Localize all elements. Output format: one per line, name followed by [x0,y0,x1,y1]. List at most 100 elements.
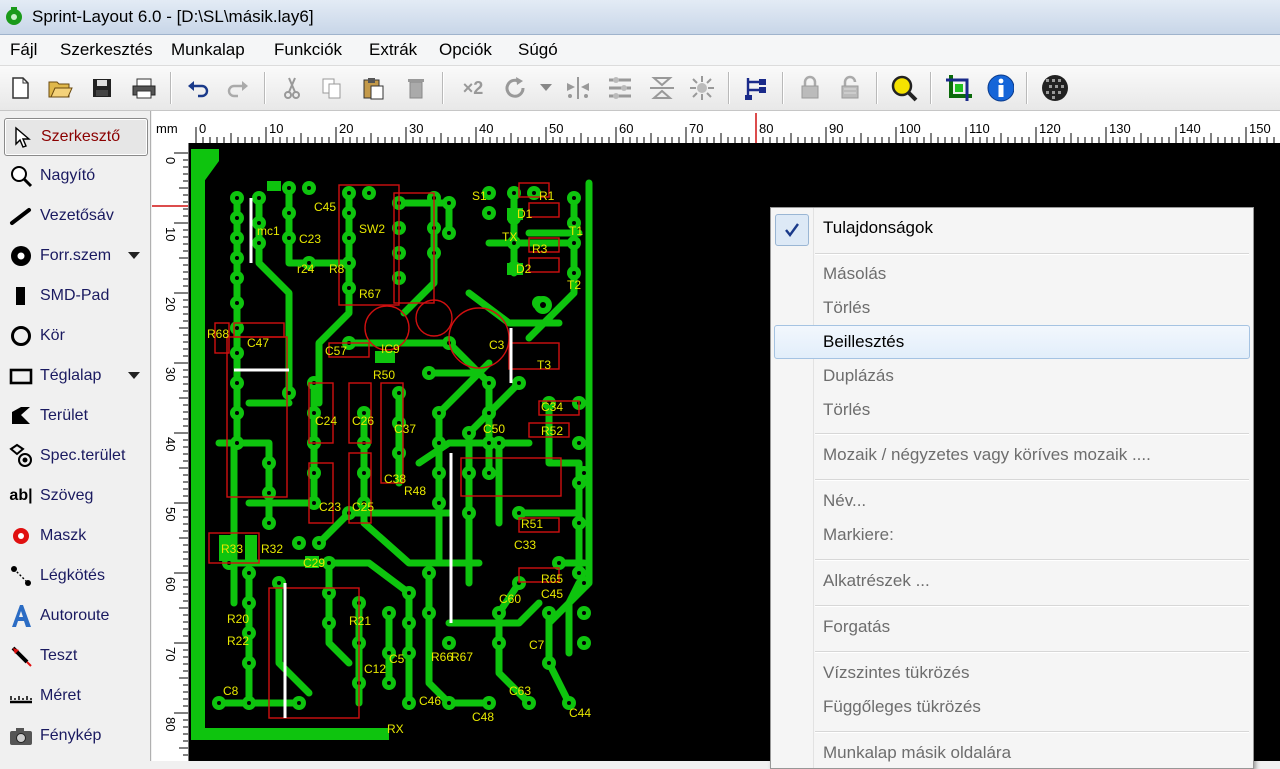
ruler-label: 10 [269,121,283,136]
pcb-label: C29 [303,556,325,570]
tool-autoroute[interactable]: Autoroute [4,598,146,634]
menu-options[interactable]: Opciók [439,40,492,60]
pcb-label: C7 [529,638,545,652]
ctx-other-side[interactable]: Munkalap másik oldalára [823,743,1011,763]
paste-icon[interactable] [360,74,388,102]
pad-hole [235,301,239,305]
chevron-down-icon[interactable] [128,252,140,259]
context-menu: Tulajdonságok Másolás Törlés Beillesztés… [770,207,1254,769]
pad-hole [235,256,239,260]
redo-icon[interactable] [224,74,252,102]
rotate-icon[interactable] [502,74,530,102]
measure-icon [8,683,34,709]
ctx-mark[interactable]: Markiere: [823,525,894,545]
crop-icon[interactable] [944,74,972,102]
pcb-label: R48 [404,484,426,498]
smd-pad[interactable] [245,535,257,561]
tool-airwire[interactable]: Légkötés [4,558,146,594]
ctx-duplicate[interactable]: Duplázás [823,366,894,386]
pad-hole [427,611,431,615]
pad-hole [287,236,291,240]
special-area-icon [8,443,34,469]
ctx-rotate[interactable]: Forgatás [823,617,890,637]
pcb-label: R8 [329,262,345,276]
pad-hole [582,471,586,475]
pcb-label: T2 [567,278,581,292]
undo-icon[interactable] [184,74,212,102]
ruler-label: 0 [199,121,206,136]
pad-hole [347,261,351,265]
tool-zoom[interactable]: Nagyító [4,158,146,194]
tool-circle[interactable]: Kör [4,318,146,354]
tool-label: Terület [40,407,89,424]
print-icon[interactable] [130,74,158,102]
ctx-delete[interactable]: Törlés [823,298,870,318]
ctx-name[interactable]: Név... [823,491,866,511]
ruler-label: 20 [163,297,178,311]
smd-pad[interactable] [267,181,281,191]
ctx-components[interactable]: Alkatrészek ... [823,571,930,591]
tool-label: Légkötés [40,567,105,584]
tool-mask[interactable]: Maszk [4,518,146,554]
pad-hole [327,561,331,565]
tool-area[interactable]: Terület [4,398,146,434]
tool-measure[interactable]: Méret [4,678,146,714]
title-bar: Sprint-Layout 6.0 - [D:\SL\másik.lay6] [0,0,1280,35]
ruler-label: 60 [163,577,178,591]
tool-track[interactable]: Vezetősáv [4,198,146,234]
tool-rectangle[interactable]: Téglalap [4,358,146,394]
ctx-mirror-horizontal[interactable]: Vízszintes tükrözés [823,663,969,683]
texture-icon[interactable] [1040,74,1068,102]
ctx-properties[interactable]: Tulajdonságok [823,218,933,238]
cut-icon[interactable] [278,74,306,102]
tool-text[interactable]: ab| Szöveg [4,478,146,514]
menu-help[interactable]: Súgó [518,40,558,60]
menu-extras[interactable]: Extrák [369,40,417,60]
menu-functions[interactable]: Funkciók [274,40,342,60]
chevron-down-icon[interactable] [128,372,140,379]
tool-label: Forr.szem [40,247,112,264]
ctx-mirror-vertical[interactable]: Függőleges tükrözés [823,697,981,717]
open-folder-icon[interactable] [46,74,74,102]
menu-worksheet[interactable]: Munkalap [171,40,245,60]
autoroute-icon [8,603,34,629]
lock-icon[interactable] [796,74,824,102]
horizontal-ruler-ticks: 0 10 20 30 40 50 60 70 80 90 100 110 120 130 140 150 [195,113,1275,143]
pad-hole [235,411,239,415]
pad-hole [287,186,291,190]
duplicate-x2-button[interactable]: ×2 [456,74,490,102]
align-icon[interactable] [606,74,634,102]
pcb-label: R65 [541,572,563,586]
save-icon[interactable] [88,74,116,102]
connections-icon[interactable] [742,74,770,102]
tool-editor[interactable]: Szerkesztő [4,118,148,156]
ctx-copy[interactable]: Másolás [823,264,886,284]
mirror-horizontal-icon[interactable] [564,74,592,102]
pad-hole [347,211,351,215]
menu-file[interactable]: Fájl [10,40,37,60]
pcb-label: C3 [489,338,505,352]
tool-special-area[interactable]: Spec.terület [4,438,146,474]
info-icon[interactable] [986,74,1014,102]
pad-hole [257,241,261,245]
group-icon[interactable] [688,74,716,102]
pad-hole [572,271,576,275]
new-file-icon[interactable] [6,74,34,102]
tool-test[interactable]: Teszt [4,638,146,674]
ctx-paste[interactable]: Beillesztés [823,332,904,352]
ctx-delete-2[interactable]: Törlés [823,400,870,420]
copy-icon[interactable] [318,74,346,102]
mirror-vertical-icon[interactable] [648,74,676,102]
unlock-icon[interactable] [836,74,864,102]
menu-edit[interactable]: Szerkesztés [60,40,153,60]
tool-photo[interactable]: Fénykép [4,718,146,754]
ruler-label: 0 [163,157,178,164]
tool-label: Autoroute [40,607,110,624]
ctx-mosaic[interactable]: Mozaik / négyzetes vagy köríves mozaik .… [823,445,1151,465]
pad-hole [397,391,401,395]
tool-pad[interactable]: Forr.szem [4,238,146,274]
delete-icon[interactable] [402,74,430,102]
tool-smd-pad[interactable]: SMD-Pad [4,278,146,314]
rotate-dropdown-icon[interactable] [538,74,554,102]
zoom-icon[interactable] [890,74,918,102]
